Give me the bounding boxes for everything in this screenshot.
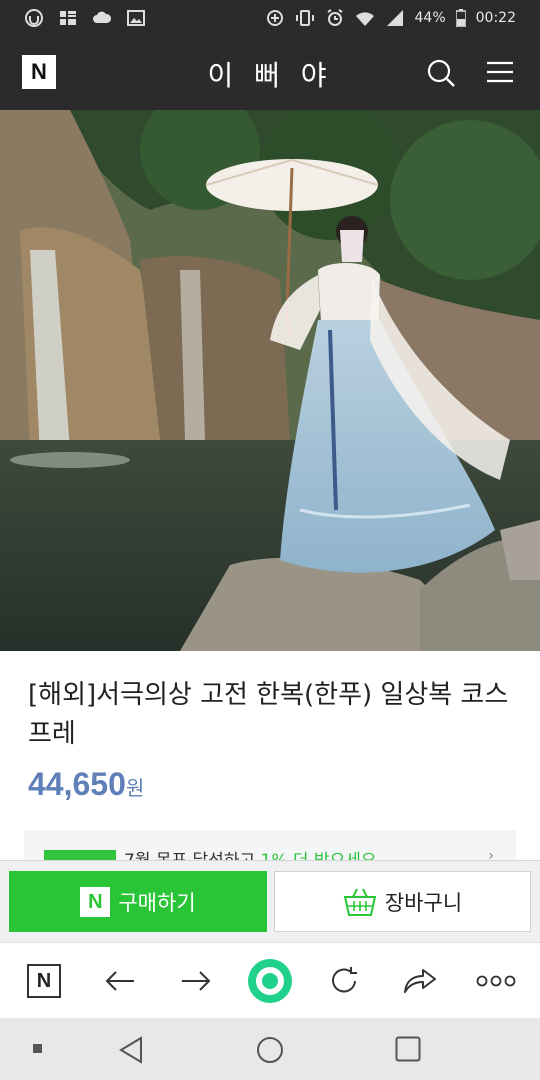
forward-button[interactable]: [176, 961, 216, 1001]
price-value: 44,650: [28, 766, 126, 802]
basket-icon: [343, 888, 377, 916]
cart-button[interactable]: 장바구니: [274, 871, 531, 932]
purchase-action-bar: N 구매하기 장바구니: [0, 860, 540, 942]
more-button[interactable]: [472, 961, 520, 1001]
product-image[interactable]: [0, 110, 540, 651]
app-notification-icon: [25, 9, 43, 27]
price-currency: 원: [125, 778, 145, 800]
share-button[interactable]: [400, 961, 440, 1001]
buy-button[interactable]: N 구매하기: [9, 871, 267, 932]
grid-notification-icon: [60, 11, 76, 25]
signal-icon: [386, 10, 403, 26]
green-dot-icon: [248, 959, 292, 1003]
promo-text-highlight: 1% 더 받으세요: [261, 851, 377, 860]
wifi-icon: [355, 12, 374, 26]
share-icon: [404, 969, 436, 993]
status-bar: 44% 00:22: [0, 0, 540, 36]
data-saver-icon: [266, 10, 283, 26]
product-title: [해외]서극의상 고전 한복(한푸) 일상복 코스프레: [28, 680, 509, 749]
system-navigation-bar: [0, 1018, 540, 1080]
site-header: N 이 뻐 야: [0, 36, 540, 110]
promo-chevron-icon: ›: [488, 848, 494, 860]
store-title[interactable]: 이 뻐 야: [0, 54, 540, 94]
promo-banner[interactable]: 7월 목표 달성하고 1% 더 받으세요 ›: [24, 830, 516, 860]
naver-home-icon: N: [27, 964, 61, 998]
search-icon[interactable]: [426, 58, 456, 88]
system-overview-icon[interactable]: [395, 1036, 421, 1062]
battery-percent: 44%: [414, 10, 446, 26]
refresh-icon: [332, 967, 357, 993]
buy-button-label: 구매하기: [118, 891, 196, 915]
image-icon: [127, 10, 145, 26]
alarm-icon: [326, 9, 343, 26]
recent-dot-icon[interactable]: [33, 1044, 43, 1054]
browser-toolbar: N: [0, 942, 540, 1018]
vibrate-icon: [295, 10, 314, 26]
cart-button-label: 장바구니: [384, 891, 463, 915]
product-price: 44,650원: [28, 766, 144, 803]
more-options-icon: [476, 975, 516, 987]
back-button[interactable]: [100, 961, 140, 1001]
green-dot-button[interactable]: [248, 959, 292, 1003]
browser-home-button[interactable]: N: [24, 961, 64, 1001]
promo-text: 7월 목표 달성하고 1% 더 받으세요: [124, 846, 377, 860]
naver-pay-icon: N: [80, 886, 111, 917]
clock: 00:22: [475, 10, 516, 26]
battery-icon: [455, 9, 466, 27]
hamburger-menu-icon[interactable]: [486, 60, 514, 84]
promo-text-main: 7월 목표 달성하고: [124, 851, 261, 860]
forward-arrow-icon: [182, 971, 211, 991]
system-home-icon[interactable]: [256, 1036, 284, 1064]
system-back-icon[interactable]: [118, 1036, 144, 1064]
back-arrow-icon: [105, 971, 134, 991]
promo-badge: [44, 850, 116, 860]
refresh-button[interactable]: [324, 961, 364, 1001]
cloud-icon: [93, 11, 112, 23]
